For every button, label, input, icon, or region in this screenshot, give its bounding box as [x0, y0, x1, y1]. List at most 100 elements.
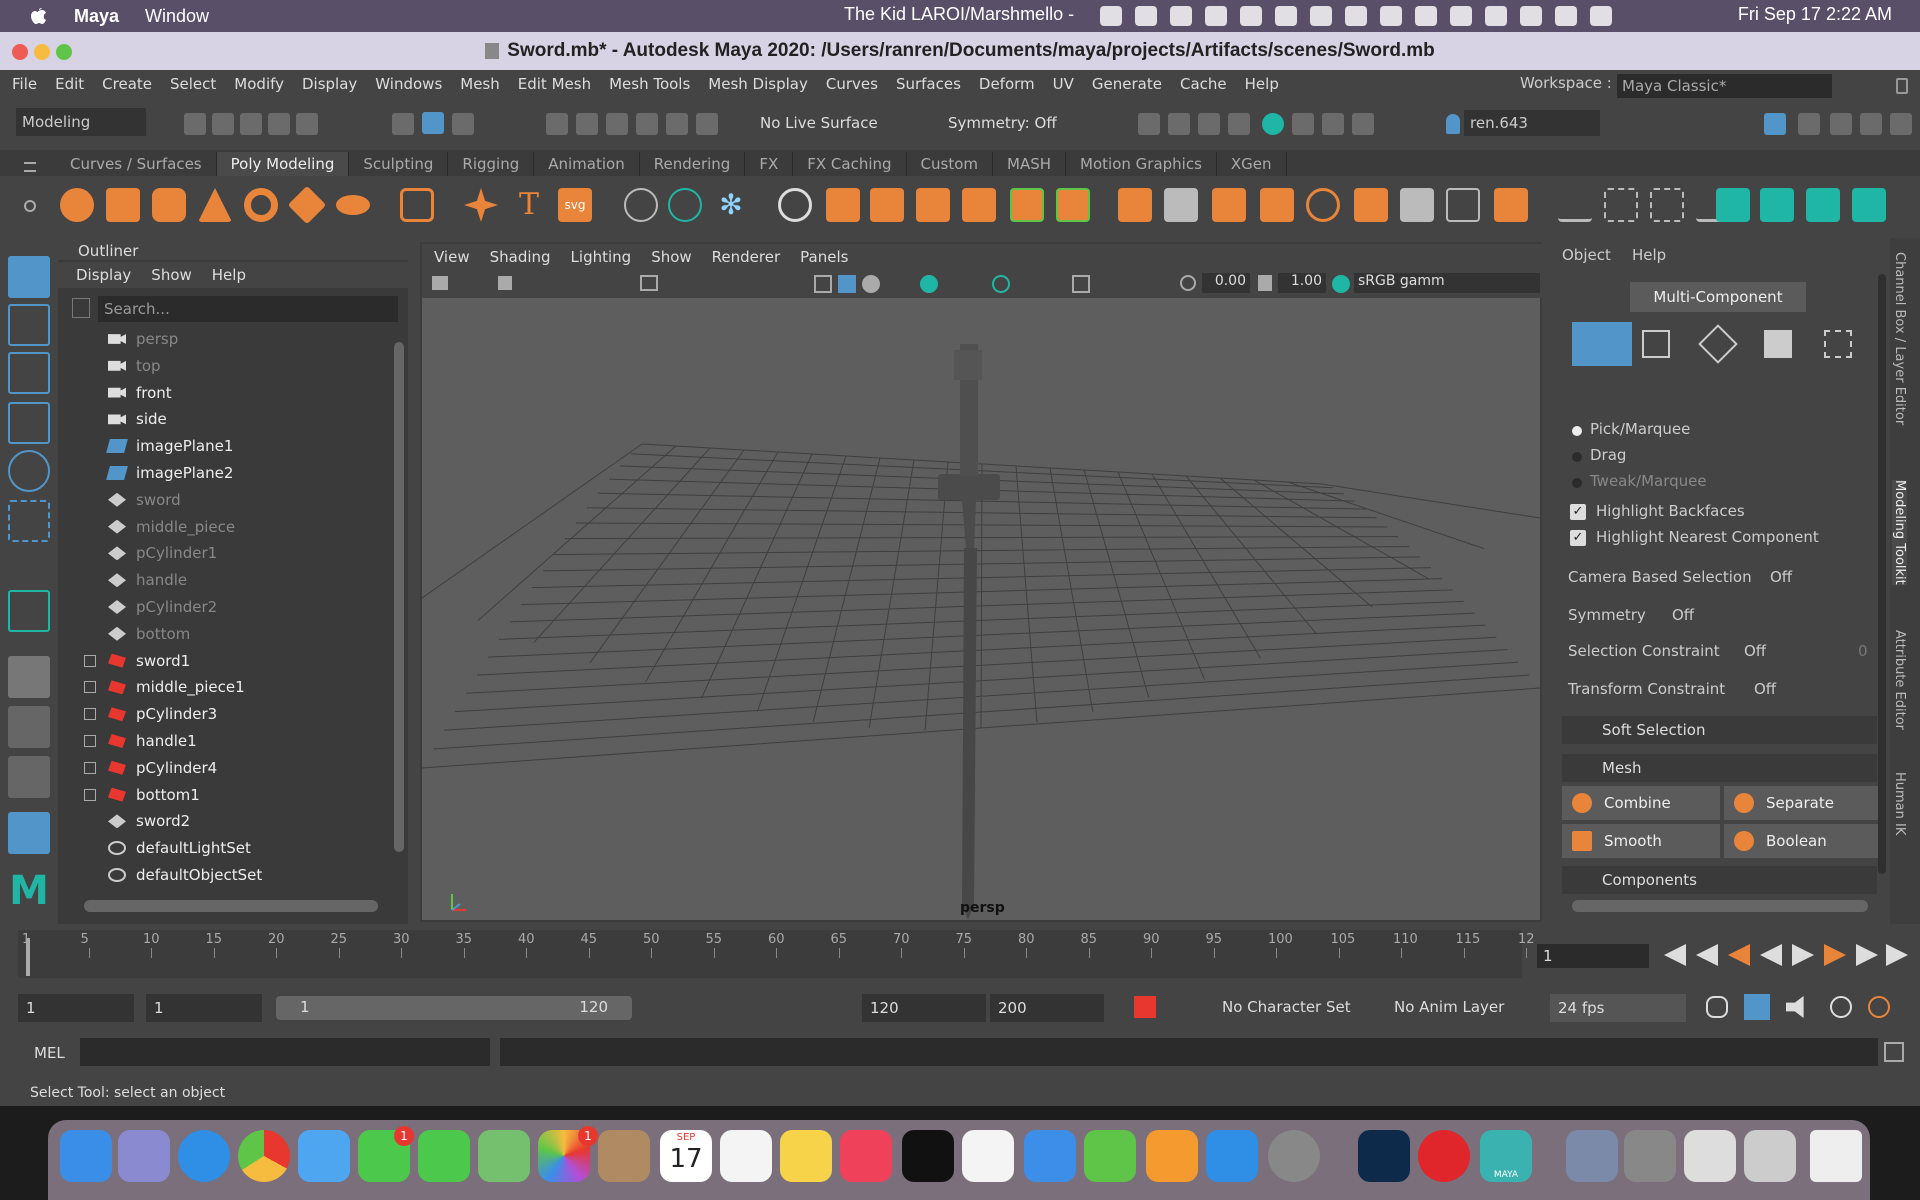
outliner-layout-icon[interactable] [8, 812, 50, 854]
playback-end-field[interactable]: 120 [862, 994, 986, 1022]
shelf-tab-xgen[interactable]: XGen [1217, 152, 1287, 176]
modeling-toolkit-icon[interactable] [1764, 113, 1786, 135]
photoshop-icon[interactable] [1358, 1130, 1410, 1182]
menu-curves[interactable]: Curves [826, 75, 878, 93]
shelf-tab-motion-graphics[interactable]: Motion Graphics [1066, 152, 1217, 176]
shelf-settings-icon[interactable] [24, 200, 36, 212]
target-weld-icon[interactable] [1558, 188, 1592, 222]
last-tool-icon[interactable] [8, 590, 50, 632]
snap-grid-icon[interactable] [546, 113, 568, 135]
render-setup-icon[interactable] [1292, 113, 1314, 135]
select-object-icon[interactable] [422, 112, 444, 134]
xray-icon[interactable] [992, 275, 1010, 293]
shelf-tab-sculpting[interactable]: Sculpting [349, 152, 449, 176]
layer-editor-icon[interactable] [1890, 113, 1912, 135]
expand-icon[interactable] [84, 761, 96, 774]
bluetooth-icon[interactable] [1415, 6, 1437, 26]
merge-icon[interactable] [1446, 188, 1480, 222]
viewport-menu-renderer[interactable]: Renderer [712, 244, 780, 270]
expand-icon[interactable] [84, 708, 96, 721]
screenshot-thumbnail-2[interactable] [1684, 1130, 1736, 1182]
outliner-menu-show[interactable]: Show [151, 262, 191, 288]
netease-icon[interactable] [1240, 6, 1262, 26]
outliner-hscrollbar[interactable] [84, 900, 378, 912]
grid-toggle-icon[interactable] [640, 275, 658, 291]
outliner-item[interactable]: middle_piece1 [84, 674, 245, 700]
menu-edit-mesh[interactable]: Edit Mesh [518, 75, 591, 93]
cloud-icon[interactable] [1310, 6, 1332, 26]
outliner-item[interactable]: sword2 [108, 808, 190, 834]
cache-playback-icon[interactable] [1744, 994, 1770, 1020]
screenshot-thumbnail-1[interactable] [1624, 1130, 1676, 1182]
menu-mesh-display[interactable]: Mesh Display [708, 75, 808, 93]
exposure-field[interactable]: 0.00 [1202, 273, 1250, 293]
playback-settings-icon[interactable] [1868, 996, 1890, 1018]
gamma-field[interactable]: 1.00 [1278, 273, 1326, 293]
menu-mesh[interactable]: Mesh [460, 75, 500, 93]
attribute-editor-icon[interactable] [1798, 113, 1820, 135]
apple-tv-icon[interactable] [902, 1130, 954, 1182]
shelf-tab-fx[interactable]: FX [745, 152, 794, 176]
range-slider[interactable]: 1 120 [276, 996, 632, 1020]
now-playing[interactable]: The Kid LAROI/Marshmello - [844, 4, 1074, 25]
tab-attribute-editor[interactable]: Attribute Editor [1892, 630, 1907, 730]
toolkit-hscrollbar[interactable] [1572, 900, 1868, 912]
snap-point-icon[interactable] [606, 113, 628, 135]
lock-icon[interactable] [1896, 78, 1908, 94]
workspace-select[interactable]: Maya Classic* [1617, 74, 1832, 98]
render-frame-icon[interactable] [1168, 113, 1190, 135]
outliner-item[interactable]: persp [108, 326, 178, 352]
rotate-tool-icon[interactable] [8, 450, 50, 492]
view-transform-select[interactable]: sRGB gamm [1354, 273, 1540, 293]
shelf-tab-curves-surfaces[interactable]: Curves / Surfaces [56, 152, 217, 176]
gamma-icon[interactable] [1258, 275, 1272, 291]
poly-cylinder-icon[interactable] [152, 188, 186, 222]
highlight-nearest-checkbox[interactable]: ✓ [1570, 530, 1586, 546]
type-tool-icon[interactable]: T [512, 188, 546, 222]
boolean-difference-icon[interactable] [962, 188, 996, 222]
mail-icon[interactable] [298, 1130, 350, 1182]
minimize-button[interactable] [34, 44, 50, 60]
news-icon[interactable] [962, 1130, 1014, 1182]
planar-map-icon[interactable] [1760, 188, 1794, 222]
viewport-menu-panels[interactable]: Panels [800, 244, 848, 270]
isolate-icon[interactable] [1072, 275, 1090, 293]
soft-selection-section[interactable]: Soft Selection [1562, 716, 1877, 744]
zoom-button[interactable] [56, 44, 72, 60]
light-editor-icon[interactable] [1322, 113, 1344, 135]
undo-icon[interactable] [268, 113, 290, 135]
fps-select[interactable]: 24 fps [1550, 994, 1686, 1022]
symmetry-option-value[interactable]: Off [1672, 606, 1694, 624]
pause-viewport-icon[interactable] [1352, 113, 1374, 135]
poly-disc-icon[interactable] [336, 195, 370, 215]
redo-icon[interactable] [296, 113, 318, 135]
mirror-cut-icon[interactable] [1056, 188, 1090, 222]
anim-layer-select[interactable]: No Anim Layer [1394, 998, 1504, 1016]
boolean-button[interactable]: Boolean [1724, 824, 1878, 858]
menu-modify[interactable]: Modify [234, 75, 284, 93]
poly-cube-icon[interactable] [106, 188, 140, 222]
outliner-item[interactable]: imagePlane1 [106, 433, 233, 459]
separate-button[interactable]: Separate [1724, 786, 1878, 820]
outliner-item[interactable]: side [108, 406, 167, 432]
camera-attributes-icon[interactable] [432, 276, 448, 290]
poly-plane-icon[interactable] [287, 185, 327, 225]
outliner-title[interactable]: Outliner [58, 238, 408, 260]
exposure-icon[interactable] [1180, 275, 1196, 291]
lights-icon[interactable] [920, 275, 938, 293]
multi-component-button[interactable]: Multi-Component [1630, 282, 1806, 312]
shelf-tab-custom[interactable]: Custom [907, 152, 994, 176]
screenshot-thumbnail-3[interactable] [1744, 1130, 1796, 1182]
select-hierarchy-icon[interactable] [392, 113, 414, 135]
mirror-icon[interactable] [1010, 188, 1044, 222]
smooth-button[interactable]: Smooth [1562, 824, 1720, 858]
toolkit-scrollbar[interactable] [1878, 274, 1886, 874]
selection-constraint-label[interactable]: Selection Constraint [1568, 642, 1720, 660]
object-mode-icon[interactable] [1572, 322, 1632, 366]
outliner-item[interactable]: imagePlane2 [106, 460, 233, 486]
bridge-icon[interactable] [1164, 188, 1198, 222]
siri-icon[interactable] [1590, 6, 1612, 26]
wifi-icon[interactable] [1485, 6, 1507, 26]
outliner-menu-display[interactable]: Display [76, 262, 131, 288]
drag-radio[interactable] [1572, 452, 1582, 462]
